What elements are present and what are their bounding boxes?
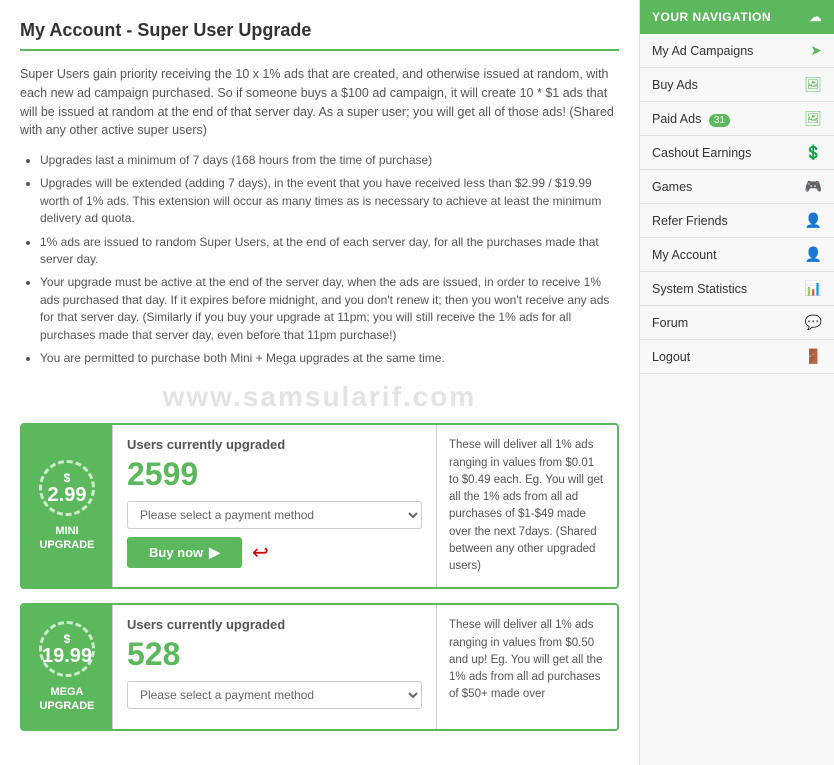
sidebar: YOUR NAVIGATION ☁ My Ad Campaigns ➤ Buy … <box>639 0 834 765</box>
sidebar-item-buy-ads-label: Buy Ads <box>652 78 804 92</box>
sidebar-item-refer-label: Refer Friends <box>652 214 805 228</box>
sidebar-item-system-stats-label: System Statistics <box>652 282 805 296</box>
sidebar-item-buy-ads[interactable]: Buy Ads 🖼 <box>640 68 834 102</box>
mega-users-title: Users currently upgraded <box>127 617 422 632</box>
sidebar-item-refer-friends[interactable]: Refer Friends 👤 <box>640 204 834 238</box>
mini-price-circle: $ 2.99 <box>39 460 95 516</box>
main-content: My Account - Super User Upgrade Super Us… <box>0 0 639 765</box>
sidebar-item-ad-campaigns-label: My Ad Campaigns <box>652 44 810 58</box>
mini-price-amount: 2.99 <box>48 485 87 505</box>
mini-btn-row: Buy now ▶ ↩ <box>127 537 422 568</box>
mini-dollar-sign: $ <box>64 471 71 485</box>
intro-text: Super Users gain priority receiving the … <box>20 65 619 140</box>
sidebar-item-games-label: Games <box>652 180 805 194</box>
sidebar-item-forum[interactable]: Forum 💬 <box>640 306 834 340</box>
sidebar-item-paid-ads-label: Paid Ads 31 <box>652 112 804 126</box>
mini-price-box: $ 2.99 MINIUPGRADE <box>22 425 112 587</box>
mini-buy-arrow-icon: ▶ <box>209 544 220 561</box>
sidebar-item-logout-label: Logout <box>652 350 805 364</box>
mini-card-description: These will deliver all 1% ads ranging in… <box>437 425 617 587</box>
sidebar-item-ad-campaigns[interactable]: My Ad Campaigns ➤ <box>640 34 834 68</box>
sidebar-header: YOUR NAVIGATION ☁ <box>640 0 834 34</box>
mega-users-count: 528 <box>127 636 422 673</box>
sidebar-item-cashout[interactable]: Cashout Earnings 💲 <box>640 136 834 170</box>
sidebar-item-system-stats-icon: 📊 <box>805 280 822 297</box>
mini-buy-button[interactable]: Buy now ▶ <box>127 537 242 568</box>
bullet-item: You are permitted to purchase both Mini … <box>40 350 619 367</box>
sidebar-item-refer-icon: 👤 <box>805 212 822 229</box>
mini-users-count: 2599 <box>127 456 422 493</box>
sidebar-item-system-stats[interactable]: System Statistics 📊 <box>640 272 834 306</box>
mega-price-box: $ 19.99 MEGAUPGRADE <box>22 605 112 729</box>
mega-price-circle: $ 19.99 <box>39 621 95 677</box>
mini-upgrade-label: MINIUPGRADE <box>39 524 94 553</box>
sidebar-item-logout[interactable]: Logout 🚪 <box>640 340 834 374</box>
mini-card-middle: Users currently upgraded 2599 Please sel… <box>112 425 437 587</box>
bullet-item: Upgrades will be extended (adding 7 days… <box>40 175 619 227</box>
sidebar-cloud-icon: ☁ <box>810 10 823 24</box>
mega-upgrade-card: $ 19.99 MEGAUPGRADE Users currently upgr… <box>20 603 619 731</box>
mega-price-amount: 19.99 <box>42 646 92 666</box>
bullet-item: 1% ads are issued to random Super Users,… <box>40 234 619 269</box>
sidebar-item-forum-label: Forum <box>652 316 805 330</box>
sidebar-item-cashout-label: Cashout Earnings <box>652 146 805 160</box>
sidebar-item-my-account-label: My Account <box>652 248 805 262</box>
sidebar-item-games-icon: 🎮 <box>805 178 822 195</box>
sidebar-item-buy-ads-icon: 🖼 <box>804 76 822 93</box>
sidebar-item-my-account-icon: 👤 <box>805 246 822 263</box>
mini-users-title: Users currently upgraded <box>127 437 422 452</box>
sidebar-item-logout-icon: 🚪 <box>805 348 822 365</box>
mega-card-description: These will deliver all 1% ads ranging in… <box>437 605 617 729</box>
mega-card-middle: Users currently upgraded 528 Please sele… <box>112 605 437 729</box>
sidebar-item-my-account[interactable]: My Account 👤 <box>640 238 834 272</box>
mini-red-arrow-icon: ↩ <box>252 540 269 565</box>
mega-dollar-sign: $ <box>64 632 71 646</box>
mega-upgrade-label: MEGAUPGRADE <box>39 685 94 714</box>
page-title: My Account - Super User Upgrade <box>20 20 619 51</box>
sidebar-item-paid-ads-icon: 🖼 <box>804 110 822 127</box>
mini-payment-select[interactable]: Please select a payment method PayPal Cr… <box>127 501 422 529</box>
bullet-list: Upgrades last a minimum of 7 days (168 h… <box>20 152 619 367</box>
bullet-item: Upgrades last a minimum of 7 days (168 h… <box>40 152 619 169</box>
paid-ads-badge: 31 <box>709 114 730 127</box>
sidebar-item-paid-ads[interactable]: Paid Ads 31 🖼 <box>640 102 834 136</box>
bullet-item: Your upgrade must be active at the end o… <box>40 274 619 344</box>
sidebar-item-games[interactable]: Games 🎮 <box>640 170 834 204</box>
mini-upgrade-card: $ 2.99 MINIUPGRADE Users currently upgra… <box>20 423 619 589</box>
watermark: www.samsularif.com <box>20 381 619 413</box>
sidebar-item-forum-icon: 💬 <box>805 314 822 331</box>
mega-payment-select[interactable]: Please select a payment method PayPal Cr… <box>127 681 422 709</box>
sidebar-item-ad-campaigns-icon: ➤ <box>810 42 822 59</box>
sidebar-header-title: YOUR NAVIGATION <box>652 10 771 24</box>
sidebar-item-cashout-icon: 💲 <box>805 144 822 161</box>
